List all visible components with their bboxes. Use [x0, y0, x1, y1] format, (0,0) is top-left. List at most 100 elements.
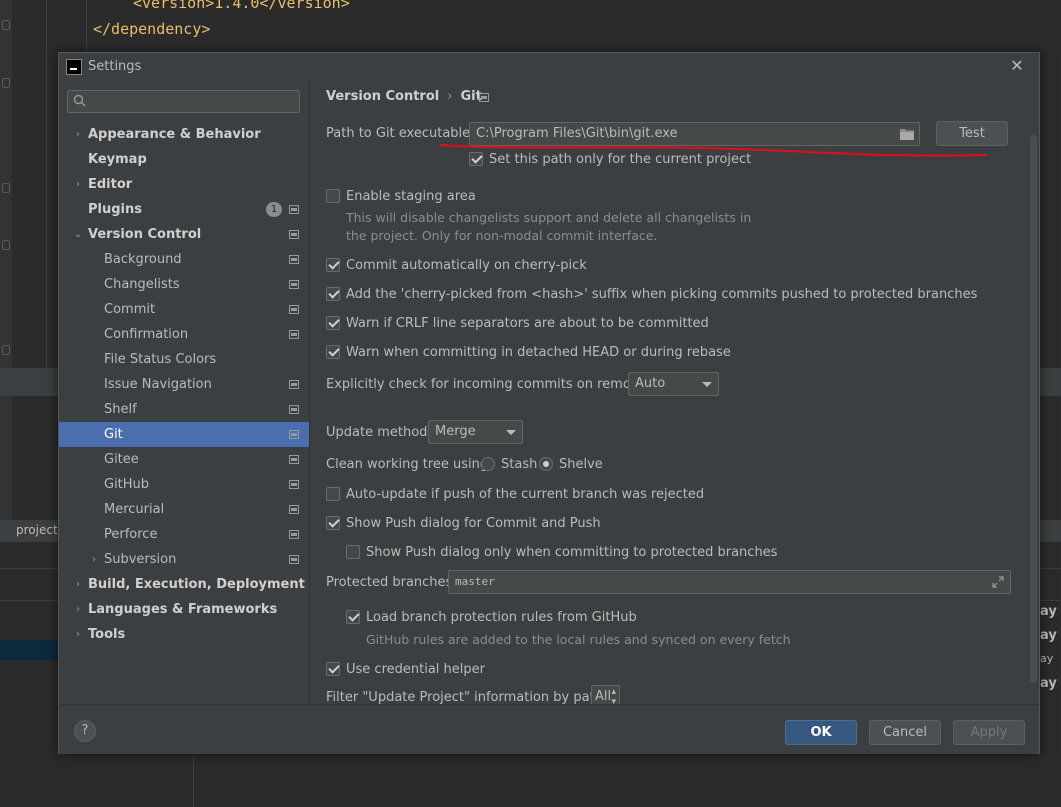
fold-icon[interactable] — [2, 183, 10, 193]
folder-icon[interactable] — [899, 127, 915, 141]
sidebar-item-label: Changelists — [104, 277, 180, 292]
current-project-only-label: Set this path only for the current proje… — [489, 152, 752, 167]
breadcrumb: Version Control › Git — [326, 89, 482, 104]
breadcrumb-parent[interactable]: Version Control — [326, 89, 439, 104]
protected-branches-value: master — [455, 575, 495, 588]
apply-button[interactable]: Apply — [953, 720, 1025, 745]
indent-guide — [86, 0, 87, 52]
log-snippet: ay — [1040, 676, 1057, 691]
content-scrollbar[interactable] — [1030, 135, 1037, 683]
sidebar-item-label: Gitee — [104, 452, 139, 467]
github-rules-hint: GitHub rules are added to the local rule… — [366, 632, 791, 647]
sidebar-item-file-status-colors[interactable]: File Status Colors — [59, 347, 309, 372]
staging-hint: the project. Only for non-modal commit i… — [346, 228, 658, 243]
project-tab[interactable]: project — [16, 523, 58, 537]
log-snippet: ay — [1040, 604, 1057, 619]
sidebar-item-keymap[interactable]: Keymap — [59, 147, 309, 172]
sidebar-item-github[interactable]: GitHub — [59, 472, 309, 497]
dialog-titlebar[interactable]: Settings ✕ — [59, 53, 1039, 79]
sidebar-item-editor[interactable]: › Editor — [59, 172, 309, 197]
sidebar-item-gitee[interactable]: Gitee — [59, 447, 309, 472]
cancel-button[interactable]: Cancel — [869, 720, 941, 745]
incoming-check-label: Explicitly check for incoming commits on… — [326, 377, 656, 392]
push-dialog-checkbox[interactable] — [326, 516, 340, 530]
sidebar-item-label: Keymap — [88, 152, 147, 167]
project-scope-icon — [479, 93, 489, 102]
chevron-right-icon[interactable]: › — [72, 572, 84, 597]
sidebar-item-commit[interactable]: Commit — [59, 297, 309, 322]
sidebar-item-build-execution-deployment[interactable]: › Build, Execution, Deployment — [59, 572, 309, 597]
sidebar-item-appearance-behavior[interactable]: › Appearance & Behavior — [59, 122, 309, 147]
sidebar-item-background[interactable]: Background — [59, 247, 309, 272]
sidebar-item-label: Background — [104, 252, 182, 267]
push-dialog-protected-checkbox[interactable] — [346, 545, 360, 559]
update-method-label: Update method: — [326, 425, 432, 440]
sidebar-item-version-control[interactable]: ⌄ Version Control — [59, 222, 309, 247]
staging-area-checkbox[interactable] — [326, 189, 340, 203]
crlf-warn-checkbox[interactable] — [326, 316, 340, 330]
credential-helper-label: Use credential helper — [346, 662, 485, 677]
help-button[interactable]: ? — [74, 720, 96, 742]
project-scope-icon — [289, 405, 299, 414]
sidebar-item-label: Appearance & Behavior — [88, 127, 261, 142]
chevron-right-icon[interactable]: › — [72, 622, 84, 647]
cherry-pick-suffix-label: Add the 'cherry-picked from <hash>' suff… — [346, 287, 978, 302]
sidebar-item-label: Languages & Frameworks — [88, 602, 278, 617]
git-path-input[interactable]: C:\Program Files\Git\bin\git.exe — [469, 122, 920, 146]
auto-update-checkbox[interactable] — [326, 487, 340, 501]
sidebar-item-git[interactable]: Git — [59, 422, 309, 447]
sidebar-item-confirmation[interactable]: Confirmation — [59, 322, 309, 347]
selected-row[interactable] — [0, 640, 60, 660]
chevron-right-icon[interactable]: › — [88, 547, 100, 572]
project-scope-icon — [289, 280, 299, 289]
detached-head-warn-checkbox[interactable] — [326, 345, 340, 359]
fold-icon[interactable] — [2, 20, 10, 30]
fold-icon[interactable] — [2, 78, 10, 88]
chevron-right-icon[interactable]: › — [72, 597, 84, 622]
sidebar-item-issue-navigation[interactable]: Issue Navigation — [59, 372, 309, 397]
git-path-label: Path to Git executable: — [326, 126, 475, 141]
sidebar-item-label: GitHub — [104, 477, 150, 492]
close-button[interactable]: ✕ — [1007, 56, 1027, 76]
sidebar-item-mercurial[interactable]: Mercurial — [59, 497, 309, 522]
settings-dialog: Settings ✕ › Appearance & Behavior Keymap ›… — [58, 52, 1040, 754]
crlf-warn-label: Warn if CRLF line separators are about t… — [346, 316, 709, 331]
dialog-footer: ? OK Cancel Apply — [59, 704, 1039, 754]
github-rules-checkbox[interactable] — [346, 610, 360, 624]
project-scope-icon — [289, 330, 299, 339]
test-button[interactable]: Test — [936, 121, 1008, 146]
github-rules-label: Load branch protection rules from GitHub — [366, 610, 637, 625]
settings-sidebar: › Appearance & Behavior Keymap › Editor Plugi… — [59, 79, 309, 704]
sidebar-item-subversion[interactable]: › Subversion — [59, 547, 309, 572]
fold-icon[interactable] — [2, 345, 10, 355]
cherry-pick-commit-label: Commit automatically on cherry-pick — [346, 258, 587, 273]
update-method-value: Merge — [435, 424, 476, 439]
sidebar-item-tools[interactable]: › Tools — [59, 622, 309, 647]
sidebar-item-shelf[interactable]: Shelf — [59, 397, 309, 422]
settings-search-input[interactable] — [67, 90, 300, 113]
cherry-pick-commit-checkbox[interactable] — [326, 258, 340, 272]
current-project-only-checkbox[interactable] — [469, 152, 483, 166]
code-line: <version>1.4.0</version> — [133, 0, 350, 12]
push-dialog-protected-label: Show Push dialog only when committing to… — [366, 545, 778, 560]
protected-branches-label: Protected branches: — [326, 575, 457, 590]
sidebar-item-languages-frameworks[interactable]: › Languages & Frameworks — [59, 597, 309, 622]
sidebar-item-changelists[interactable]: Changelists — [59, 272, 309, 297]
expand-icon[interactable] — [992, 576, 1004, 588]
credential-helper-checkbox[interactable] — [326, 662, 340, 676]
chevron-right-icon[interactable]: › — [72, 122, 84, 147]
chevron-right-icon[interactable]: › — [72, 172, 84, 197]
sidebar-item-perforce[interactable]: Perforce — [59, 522, 309, 547]
ok-button[interactable]: OK — [785, 720, 857, 745]
update-method-select[interactable]: Merge — [428, 420, 523, 444]
fold-icon[interactable] — [2, 240, 10, 250]
project-scope-icon — [289, 555, 299, 564]
project-scope-icon — [289, 230, 299, 239]
sidebar-item-plugins[interactable]: Plugins 1 — [59, 197, 309, 222]
shelve-radio[interactable] — [539, 457, 553, 471]
chevron-down-icon[interactable]: ⌄ — [72, 222, 84, 247]
cherry-pick-suffix-checkbox[interactable] — [326, 287, 340, 301]
incoming-check-select[interactable]: Auto — [628, 372, 719, 396]
protected-branches-input[interactable]: master — [448, 570, 1011, 594]
stash-radio[interactable] — [481, 457, 495, 471]
